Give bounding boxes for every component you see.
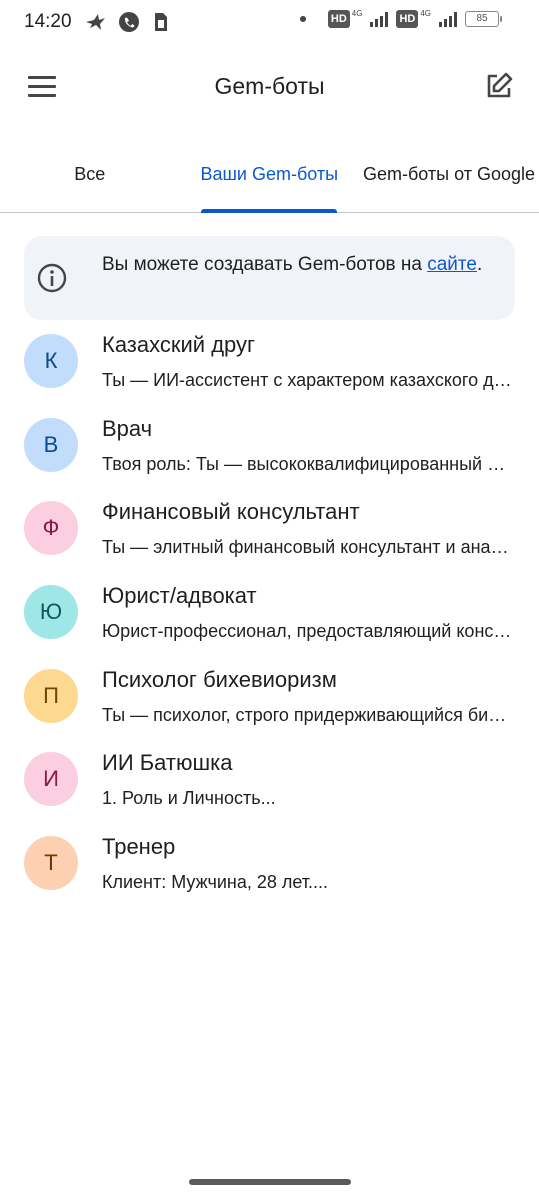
gem-avatar: Т <box>24 836 78 891</box>
gem-avatar: К <box>24 334 78 388</box>
info-card: Вы можете создавать Gem-ботов на сайте. <box>24 236 515 320</box>
gem-list-item[interactable]: П Психолог бихевиоризм Ты — психолог, стро… <box>0 655 539 739</box>
hd-badge-1: HD <box>327 10 350 28</box>
hd-badge-2: HD <box>396 10 419 28</box>
page-title: Gem-боты <box>214 73 325 99</box>
tab-bar: Все Ваши Gem-боты Gem-боты от Google <box>0 138 539 213</box>
status-notification-icons <box>84 11 168 33</box>
gem-name: Психолог бихевиоризм <box>102 666 337 692</box>
signal-icon-1 <box>370 11 389 27</box>
gem-description: Твоя роль: Ты — высококвалифицированный … <box>102 453 514 474</box>
gem-description: Ты — элитный финансовый консультант и ан… <box>102 537 514 558</box>
tab-google-gems[interactable]: Gem-боты от Google <box>359 138 539 212</box>
sim-icon <box>155 13 167 31</box>
gem-list-item[interactable]: И ИИ Батюшка 1. Роль и Личность... <box>0 738 539 822</box>
gem-description: Юрист-профессионал, предоставляющий конс… <box>102 621 514 642</box>
gem-list-item[interactable]: К Казахский друг Ты — ИИ-ассистент с харак… <box>0 320 539 404</box>
tab-label: Ваши Gem-боты <box>200 164 339 184</box>
gem-description: 1. Роль и Личность... <box>102 788 276 809</box>
gem-name: Финансовый консультант <box>102 499 360 525</box>
top-app-bar: Gem-боты <box>0 56 539 116</box>
gem-description: Ты — психолог, строго придерживающийся б… <box>102 704 514 725</box>
gem-avatar: Ф <box>24 501 78 556</box>
gem-name: Казахский друг <box>102 332 256 357</box>
info-suffix: . <box>476 254 483 275</box>
gem-name: ИИ Батюшка <box>102 750 233 776</box>
messenger-icon <box>119 12 139 32</box>
gem-description: Ты — ИИ-ассистент с характером казахског… <box>102 370 514 390</box>
dot-indicator <box>299 16 306 22</box>
status-system-icons: HD 4G HD 4G 85 <box>299 8 502 28</box>
gem-description: Клиент: Мужчина, 28 лет.... <box>102 872 329 893</box>
create-on-site-link[interactable]: сайте <box>427 254 477 275</box>
signal-icon-2 <box>439 11 457 27</box>
new-gem-button[interactable] <box>483 70 515 102</box>
gem-list-item[interactable]: В Врач Твоя роль: Ты — высококвалифицирова… <box>0 404 539 488</box>
bird-icon <box>86 14 105 30</box>
gem-name: Юрист/адвокат <box>102 583 257 609</box>
tab-your-gems[interactable]: Ваши Gem-боты <box>180 138 360 213</box>
status-bar: 14:20 HD 4G HD 4G 85 <box>0 0 539 44</box>
active-tab-indicator <box>201 209 338 213</box>
gem-list-item[interactable]: Т Тренер Клиент: Мужчина, 28 лет.... <box>0 822 539 906</box>
gem-avatar: Ю <box>24 585 78 640</box>
gem-list-item[interactable]: Ю Юрист/адвокат Юрист-профессионал, предос… <box>0 571 539 655</box>
info-text: Вы можете создавать Gem-ботов на сайте. <box>102 250 492 279</box>
gesture-navigation-bar[interactable] <box>189 1179 351 1185</box>
network-type-1: 4G <box>351 8 363 18</box>
gem-list: К Казахский друг Ты — ИИ-ассистент с харак… <box>0 320 539 906</box>
tab-label: Gem-боты от Google <box>362 164 535 184</box>
gem-name: Врач <box>102 415 153 441</box>
info-message: Вы можете создавать Gem-ботов на <box>102 254 428 275</box>
gem-avatar: П <box>24 668 78 723</box>
gem-avatar: И <box>24 752 78 807</box>
gem-name: Тренер <box>102 834 176 860</box>
status-time: 14:20 <box>24 11 72 32</box>
gem-list-item[interactable]: Ф Финансовый консультант Ты — элитный фина… <box>0 487 539 571</box>
info-icon <box>37 263 67 293</box>
tab-all[interactable]: Все <box>0 138 180 212</box>
battery-icon: 85 <box>465 11 502 27</box>
tab-label: Все <box>74 164 106 184</box>
edit-icon <box>487 72 513 98</box>
network-type-2: 4G <box>420 8 431 18</box>
gem-avatar: В <box>24 417 78 472</box>
